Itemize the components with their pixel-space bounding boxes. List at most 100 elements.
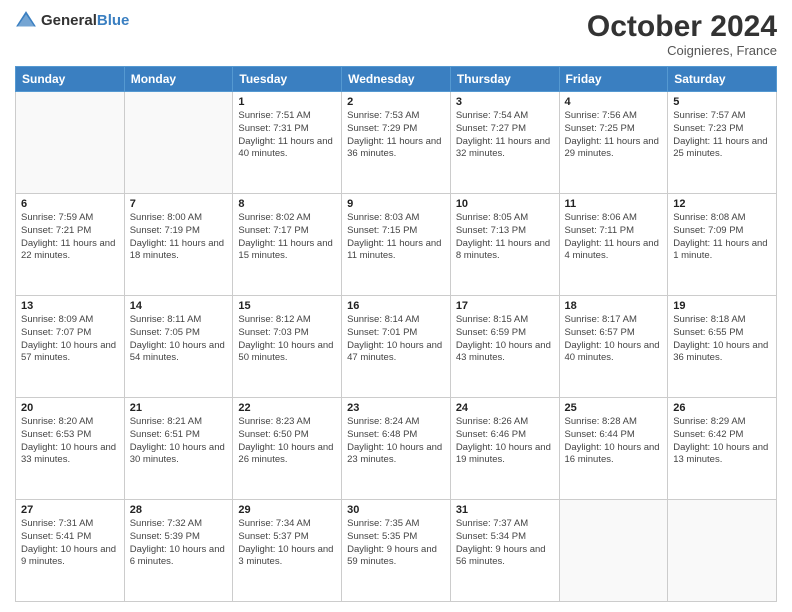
day-number: 19 — [673, 300, 771, 312]
col-thursday: Thursday — [450, 67, 559, 92]
calendar-cell — [16, 92, 125, 194]
calendar-cell: 6 Sunrise: 7:59 AM Sunset: 7:21 PM Daylig… — [16, 194, 125, 296]
day-number: 18 — [565, 300, 663, 312]
day-detail: Sunrise: 8:28 AM Sunset: 6:44 PM Dayligh… — [565, 416, 663, 467]
location-subtitle: Coignieres, France — [587, 43, 777, 58]
day-number: 11 — [565, 198, 663, 210]
calendar-cell: 28 Sunrise: 7:32 AM Sunset: 5:39 PM Dayli… — [124, 500, 233, 602]
calendar-header-row: Sunday Monday Tuesday Wednesday Thursday… — [16, 67, 777, 92]
day-number: 29 — [238, 504, 336, 516]
day-detail: Sunrise: 7:31 AM Sunset: 5:41 PM Dayligh… — [21, 518, 119, 569]
calendar-cell: 19Sunrise: 8:18 AM Sunset: 6:55 PM Dayli… — [668, 296, 777, 398]
day-detail: Sunrise: 7:32 AM Sunset: 5:39 PM Dayligh… — [130, 518, 228, 569]
calendar-cell: 21 Sunrise: 8:21 AM Sunset: 6:51 PM Dayli… — [124, 398, 233, 500]
day-number: 13 — [21, 300, 119, 312]
day-number: 8 — [238, 198, 336, 210]
calendar-cell: 26 Sunrise: 8:29 AM Sunset: 6:42 PM Dayli… — [668, 398, 777, 500]
calendar-cell: 10Sunrise: 8:05 AM Sunset: 7:13 PM Dayli… — [450, 194, 559, 296]
day-number: 16 — [347, 300, 445, 312]
day-detail: Sunrise: 8:09 AM Sunset: 7:07 PM Dayligh… — [21, 314, 119, 365]
day-number: 30 — [347, 504, 445, 516]
day-detail: Sunrise: 8:29 AM Sunset: 6:42 PM Dayligh… — [673, 416, 771, 467]
col-friday: Friday — [559, 67, 668, 92]
day-number: 5 — [673, 96, 771, 108]
day-detail: Sunrise: 7:34 AM Sunset: 5:37 PM Dayligh… — [238, 518, 336, 569]
calendar-cell — [668, 500, 777, 602]
calendar-cell: 16 Sunrise: 8:14 AM Sunset: 7:01 PM Dayli… — [342, 296, 451, 398]
day-number: 6 — [21, 198, 119, 210]
calendar-cell: 3 Sunrise: 7:54 AM Sunset: 7:27 PM Daylig… — [450, 92, 559, 194]
day-number: 26 — [673, 402, 771, 414]
day-detail: Sunrise: 8:03 AM Sunset: 7:15 PM Dayligh… — [347, 212, 445, 263]
calendar-body: 1 Sunrise: 7:51 AM Sunset: 7:31 PM Daylig… — [16, 92, 777, 602]
calendar-cell: 9 Sunrise: 8:03 AM Sunset: 7:15 PM Daylig… — [342, 194, 451, 296]
logo-general: General — [41, 12, 97, 29]
calendar-cell: 13 Sunrise: 8:09 AM Sunset: 7:07 PM Dayli… — [16, 296, 125, 398]
day-detail: Sunrise: 8:14 AM Sunset: 7:01 PM Dayligh… — [347, 314, 445, 365]
day-number: 3 — [456, 96, 554, 108]
calendar-cell: 23 Sunrise: 8:24 AM Sunset: 6:48 PM Dayli… — [342, 398, 451, 500]
day-detail: Sunrise: 8:11 AM Sunset: 7:05 PM Dayligh… — [130, 314, 228, 365]
day-number: 25 — [565, 402, 663, 414]
day-number: 17 — [456, 300, 554, 312]
day-detail: Sunrise: 7:35 AM Sunset: 5:35 PM Dayligh… — [347, 518, 445, 569]
day-number: 22 — [238, 402, 336, 414]
day-detail: Sunrise: 7:54 AM Sunset: 7:27 PM Dayligh… — [456, 110, 554, 161]
calendar-cell: 25 Sunrise: 8:28 AM Sunset: 6:44 PM Dayli… — [559, 398, 668, 500]
col-tuesday: Tuesday — [233, 67, 342, 92]
calendar-cell: 31Sunrise: 7:37 AM Sunset: 5:34 PM Dayli… — [450, 500, 559, 602]
calendar-cell: 12Sunrise: 8:08 AM Sunset: 7:09 PM Dayli… — [668, 194, 777, 296]
logo-text: GeneralBlue — [41, 12, 129, 30]
day-detail: Sunrise: 7:57 AM Sunset: 7:23 PM Dayligh… — [673, 110, 771, 161]
day-number: 4 — [565, 96, 663, 108]
calendar-cell: 17 Sunrise: 8:15 AM Sunset: 6:59 PM Dayli… — [450, 296, 559, 398]
day-number: 15 — [238, 300, 336, 312]
col-sunday: Sunday — [16, 67, 125, 92]
col-wednesday: Wednesday — [342, 67, 451, 92]
day-number: 9 — [347, 198, 445, 210]
calendar-cell: 14Sunrise: 8:11 AM Sunset: 7:05 PM Dayli… — [124, 296, 233, 398]
day-detail: Sunrise: 8:23 AM Sunset: 6:50 PM Dayligh… — [238, 416, 336, 467]
col-saturday: Saturday — [668, 67, 777, 92]
day-number: 12 — [673, 198, 771, 210]
day-number: 24 — [456, 402, 554, 414]
day-number: 23 — [347, 402, 445, 414]
logo: GeneralBlue — [15, 10, 129, 32]
day-detail: Sunrise: 8:12 AM Sunset: 7:03 PM Dayligh… — [238, 314, 336, 365]
calendar-cell: 7Sunrise: 8:00 AM Sunset: 7:19 PM Daylig… — [124, 194, 233, 296]
day-number: 1 — [238, 96, 336, 108]
day-detail: Sunrise: 8:02 AM Sunset: 7:17 PM Dayligh… — [238, 212, 336, 263]
calendar-week-0: 1 Sunrise: 7:51 AM Sunset: 7:31 PM Daylig… — [16, 92, 777, 194]
calendar-cell: 22 Sunrise: 8:23 AM Sunset: 6:50 PM Dayli… — [233, 398, 342, 500]
calendar-table: Sunday Monday Tuesday Wednesday Thursday… — [15, 66, 777, 602]
logo-blue: Blue — [97, 12, 130, 29]
day-detail: Sunrise: 8:20 AM Sunset: 6:53 PM Dayligh… — [21, 416, 119, 467]
day-detail: Sunrise: 8:15 AM Sunset: 6:59 PM Dayligh… — [456, 314, 554, 365]
calendar-cell: 8 Sunrise: 8:02 AM Sunset: 7:17 PM Daylig… — [233, 194, 342, 296]
calendar-cell: 11 Sunrise: 8:06 AM Sunset: 7:11 PM Dayli… — [559, 194, 668, 296]
calendar-week-2: 13 Sunrise: 8:09 AM Sunset: 7:07 PM Dayli… — [16, 296, 777, 398]
calendar-week-3: 20Sunrise: 8:20 AM Sunset: 6:53 PM Dayli… — [16, 398, 777, 500]
day-detail: Sunrise: 8:06 AM Sunset: 7:11 PM Dayligh… — [565, 212, 663, 263]
day-detail: Sunrise: 7:56 AM Sunset: 7:25 PM Dayligh… — [565, 110, 663, 161]
day-detail: Sunrise: 8:26 AM Sunset: 6:46 PM Dayligh… — [456, 416, 554, 467]
day-number: 21 — [130, 402, 228, 414]
day-detail: Sunrise: 7:51 AM Sunset: 7:31 PM Dayligh… — [238, 110, 336, 161]
col-monday: Monday — [124, 67, 233, 92]
calendar-cell: 20Sunrise: 8:20 AM Sunset: 6:53 PM Dayli… — [16, 398, 125, 500]
calendar-cell: 5 Sunrise: 7:57 AM Sunset: 7:23 PM Daylig… — [668, 92, 777, 194]
day-detail: Sunrise: 7:59 AM Sunset: 7:21 PM Dayligh… — [21, 212, 119, 263]
day-detail: Sunrise: 8:21 AM Sunset: 6:51 PM Dayligh… — [130, 416, 228, 467]
day-number: 7 — [130, 198, 228, 210]
calendar-week-1: 6 Sunrise: 7:59 AM Sunset: 7:21 PM Daylig… — [16, 194, 777, 296]
day-detail: Sunrise: 8:17 AM Sunset: 6:57 PM Dayligh… — [565, 314, 663, 365]
day-detail: Sunrise: 7:53 AM Sunset: 7:29 PM Dayligh… — [347, 110, 445, 161]
day-number: 27 — [21, 504, 119, 516]
day-detail: Sunrise: 8:24 AM Sunset: 6:48 PM Dayligh… — [347, 416, 445, 467]
day-number: 2 — [347, 96, 445, 108]
calendar-cell — [124, 92, 233, 194]
logo-icon — [15, 10, 37, 32]
day-number: 28 — [130, 504, 228, 516]
calendar-cell — [559, 500, 668, 602]
day-number: 31 — [456, 504, 554, 516]
